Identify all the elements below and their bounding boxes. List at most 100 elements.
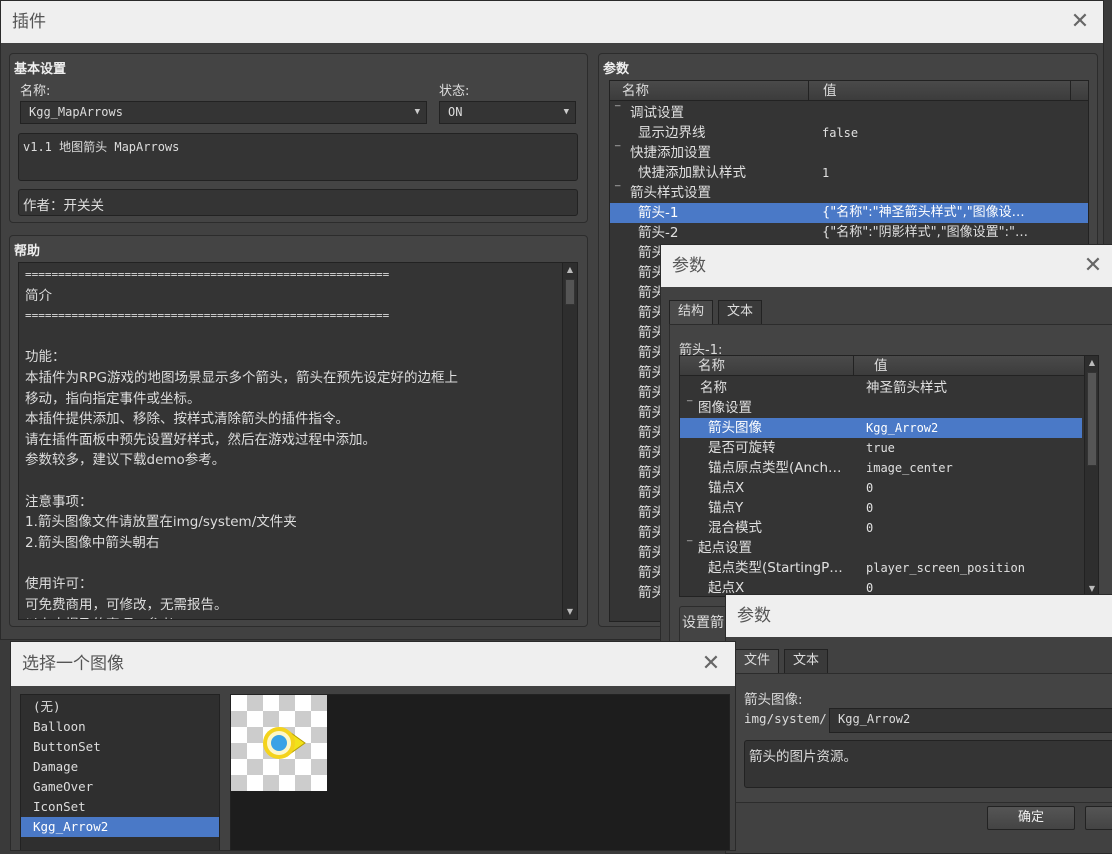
author-field[interactable]: 作者：开关关 [18, 189, 578, 216]
struct-row-value: 神圣箭头样式 [866, 380, 947, 396]
param-row[interactable]: 箭头-1 {"名称":"神圣箭头样式","图像设… [610, 203, 1088, 223]
param-row[interactable]: 箭头-2 {"名称":"阴影样式","图像设置":"… [610, 223, 1088, 243]
param-row[interactable]: 显示边界线 false [610, 123, 1088, 143]
cancel-button[interactable] [1085, 806, 1112, 830]
struct-row[interactable]: ⁻ 图像设置 [680, 396, 1082, 418]
scrollbar-thumb[interactable] [1087, 372, 1097, 466]
param-row[interactable]: ⁻ 调试设置 [610, 101, 1088, 123]
column-name-header: 名称 [622, 83, 649, 99]
file-description-text: 箭头的图片资源。 [749, 749, 857, 765]
struct-row[interactable]: 锚点X 0 [680, 478, 1082, 498]
struct-row[interactable]: 锚点Y 0 [680, 498, 1082, 518]
struct-row[interactable]: 起点类型(StartingP… player_screen_position [680, 558, 1082, 578]
param-row-name: 快捷添加设置 [630, 145, 711, 161]
image-preview-area [230, 694, 730, 850]
param-row[interactable]: ⁻ 箭头样式设置 [610, 181, 1088, 203]
image-file-item[interactable]: Damage [21, 757, 219, 777]
basic-settings-group: 基本设置 名称: Kgg_MapArrows ▼ 状态: ON ▼ v1.1 地… [9, 53, 588, 223]
status-select[interactable]: ON ▼ [439, 101, 576, 124]
struct-row-name: 起点设置 [698, 540, 752, 556]
tab-text[interactable]: 文本 [718, 300, 763, 324]
image-file-items: (无) Balloon ButtonSet Damage GameOver IconSet… [21, 695, 219, 837]
scroll-up-icon[interactable]: ▲ [563, 263, 577, 277]
close-icon[interactable]: ✕ [696, 642, 726, 686]
file-description-field[interactable]: 箭头的图片资源。 [744, 740, 1112, 788]
help-line: 1.箭头图像文件请放置在img/system/文件夹 [25, 514, 297, 531]
scroll-up-icon[interactable]: ▲ [1085, 356, 1098, 370]
help-line: 功能： [25, 349, 66, 366]
column-separator [808, 81, 809, 100]
plugin-window-titlebar: 插件 ✕ [1, 1, 1103, 43]
struct-row-value: true [866, 441, 895, 455]
image-file-item[interactable]: (无) [21, 697, 219, 717]
description-field[interactable]: v1.1 地图箭头 MapArrows [18, 133, 578, 181]
help-lines: ========================================… [25, 265, 571, 619]
struct-scrollbar[interactable]: ▲ ▼ [1084, 356, 1098, 596]
file-select[interactable]: Kgg_Arrow2 [829, 708, 1112, 733]
ok-button[interactable]: 确定 [987, 806, 1075, 830]
help-text-area[interactable]: ========================================… [18, 262, 578, 620]
param-row-value: 1 [822, 166, 830, 180]
param-row[interactable]: 快捷添加默认样式 1 [610, 163, 1088, 183]
help-line: 请在插件面板中预先设置好样式，然后在游戏过程中添加。 [25, 431, 376, 448]
close-icon[interactable]: ✕ [1065, 1, 1095, 43]
tab-text[interactable]: 文本 [784, 649, 829, 673]
path-prefix: img/system/ [744, 711, 827, 726]
image-picker-dialog: 选择一个图像 ✕ (无) Balloon ButtonSet Damage GameOv… [10, 641, 736, 851]
param-file-body: 箭头图像: img/system/ Kgg_Arrow2 箭头的图片资源。 [735, 673, 1112, 803]
param-row-name: 箭头-2 [638, 225, 679, 241]
tab-file[interactable]: 文件 [735, 649, 780, 673]
param-row-name: 箭头样式设置 [630, 185, 711, 201]
image-file-item[interactable]: GameOver [21, 777, 219, 797]
column-value-header: 值 [823, 83, 837, 99]
param-file-dialog: 参数 文件 文本 箭头图像: img/system/ Kgg_Arrow2 箭头… [725, 594, 1112, 854]
tab-structure[interactable]: 结构 [669, 300, 714, 324]
image-file-item[interactable]: ButtonSet [21, 737, 219, 757]
close-icon[interactable]: ✕ [1078, 245, 1108, 287]
ok-button-label: 确定 [1017, 810, 1044, 825]
help-line: 2.箭头图像中箭头朝右 [25, 534, 160, 551]
struct-row-value: image_center [866, 461, 953, 475]
param-row-name: 显示边界线 [638, 125, 706, 141]
arrow-image-icon [263, 727, 306, 759]
image-file-item[interactable]: Kgg_Arrow2 [21, 817, 219, 837]
help-line: 简介 [25, 287, 52, 304]
help-line [25, 553, 571, 574]
settings-partial-label: 设置箭 [682, 615, 724, 631]
plugin-name-select[interactable]: Kgg_MapArrows ▼ [20, 101, 427, 124]
struct-row[interactable]: 箭头图像 Kgg_Arrow2 [680, 418, 1082, 438]
param-row[interactable]: ⁻ 快捷添加设置 [610, 141, 1088, 163]
image-file-item[interactable]: Balloon [21, 717, 219, 737]
struct-tree[interactable]: 名称 值 名称 神圣箭头样式 ⁻ 图像设置 箭头图像 Kgg_Arrow2 是否可旋转 tru… [679, 355, 1099, 597]
struct-row[interactable]: 锚点原点类型(Anch… image_center [680, 458, 1082, 478]
collapse-icon[interactable]: ⁻ [614, 179, 621, 199]
struct-row-value: player_screen_position [866, 561, 1025, 575]
plugin-name-value: Kgg_MapArrows [29, 105, 123, 119]
collapse-icon[interactable]: ⁻ [614, 139, 621, 159]
struct-row-name: 是否可旋转 [708, 440, 776, 456]
collapse-icon[interactable]: ⁻ [686, 534, 693, 554]
struct-row[interactable]: 是否可旋转 true [680, 438, 1082, 458]
struct-row[interactable]: 混合模式 0 [680, 518, 1082, 538]
collapse-icon[interactable]: ⁻ [686, 394, 693, 414]
status-value: ON [448, 105, 463, 119]
param-file-title: 参数 [737, 606, 771, 626]
image-file-item[interactable]: IconSet [21, 797, 219, 817]
param-row-name: 快捷添加默认样式 [638, 165, 746, 181]
collapse-icon[interactable]: ⁻ [614, 99, 621, 119]
image-file-list[interactable]: (无) Balloon ButtonSet Damage GameOver IconSet… [20, 694, 220, 850]
column-name-header: 名称 [698, 358, 725, 374]
param-file-titlebar: 参数 [726, 595, 1112, 637]
help-title: 帮助 [14, 244, 41, 259]
file-value: Kgg_Arrow2 [838, 712, 911, 726]
help-scrollbar[interactable]: ▲ ▼ [562, 263, 577, 619]
help-line: 参数较多，建议下载demo参考。 [25, 452, 226, 469]
struct-row[interactable]: ⁻ 起点设置 [680, 536, 1082, 558]
help-line: 移动，指向指定事件或坐标。 [25, 390, 201, 407]
struct-row[interactable]: 名称 神圣箭头样式 [680, 378, 1082, 398]
scroll-down-icon[interactable]: ▼ [563, 605, 577, 619]
param-row-value: {"名称":"阴影样式","图像设置":"… [822, 225, 1029, 240]
struct-row-value: 0 [866, 521, 874, 535]
parameters-title: 参数 [603, 62, 630, 77]
scrollbar-thumb[interactable] [565, 279, 575, 305]
